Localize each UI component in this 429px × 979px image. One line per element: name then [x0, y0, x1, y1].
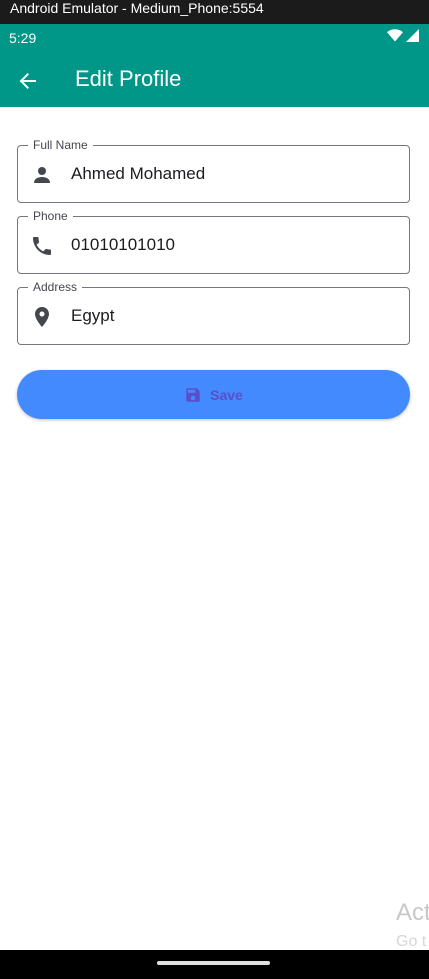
phone-field[interactable]: Phone 01010101010: [17, 209, 410, 274]
app-bar: Edit Profile: [0, 51, 429, 107]
address-label: Address: [28, 280, 83, 294]
phone-value: 01010101010: [71, 235, 176, 254]
address-value: Egypt: [71, 306, 115, 325]
full-name-field[interactable]: Full Name Ahmed Mohamed: [17, 138, 410, 203]
status-bar: 5:29: [0, 24, 429, 51]
activation-watermark-subtext: Go t: [396, 933, 427, 950]
system-nav-bar: [0, 950, 429, 979]
arrow-back-icon: [19, 73, 36, 89]
save-button-label: Save: [210, 386, 243, 403]
phone-label: Phone: [28, 209, 73, 223]
status-icons: [387, 29, 419, 42]
location-pin-icon: [35, 307, 49, 327]
full-name-label: Full Name: [28, 138, 93, 152]
save-icon: [186, 387, 200, 402]
phone-icon: [33, 237, 51, 255]
window-title-bar: Android Emulator - Medium_Phone:5554: [0, 0, 429, 24]
save-button[interactable]: Save: [17, 370, 410, 419]
address-field[interactable]: Address Egypt: [17, 280, 410, 345]
activation-watermark: Act: [396, 899, 429, 926]
device-screen: 5:29 Edit Profile Full Name Ahmed Mohame…: [0, 24, 429, 979]
cellular-signal-icon: [406, 29, 419, 42]
home-gesture-handle[interactable]: [157, 961, 270, 965]
full-name-value: Ahmed Mohamed: [71, 164, 206, 183]
back-button[interactable]: [14, 67, 42, 95]
status-time: 5:29: [9, 30, 37, 46]
wifi-icon: [387, 29, 403, 42]
person-icon: [34, 167, 50, 183]
window-title: Android Emulator - Medium_Phone:5554: [10, 0, 264, 16]
page-title: Edit Profile: [75, 66, 182, 91]
